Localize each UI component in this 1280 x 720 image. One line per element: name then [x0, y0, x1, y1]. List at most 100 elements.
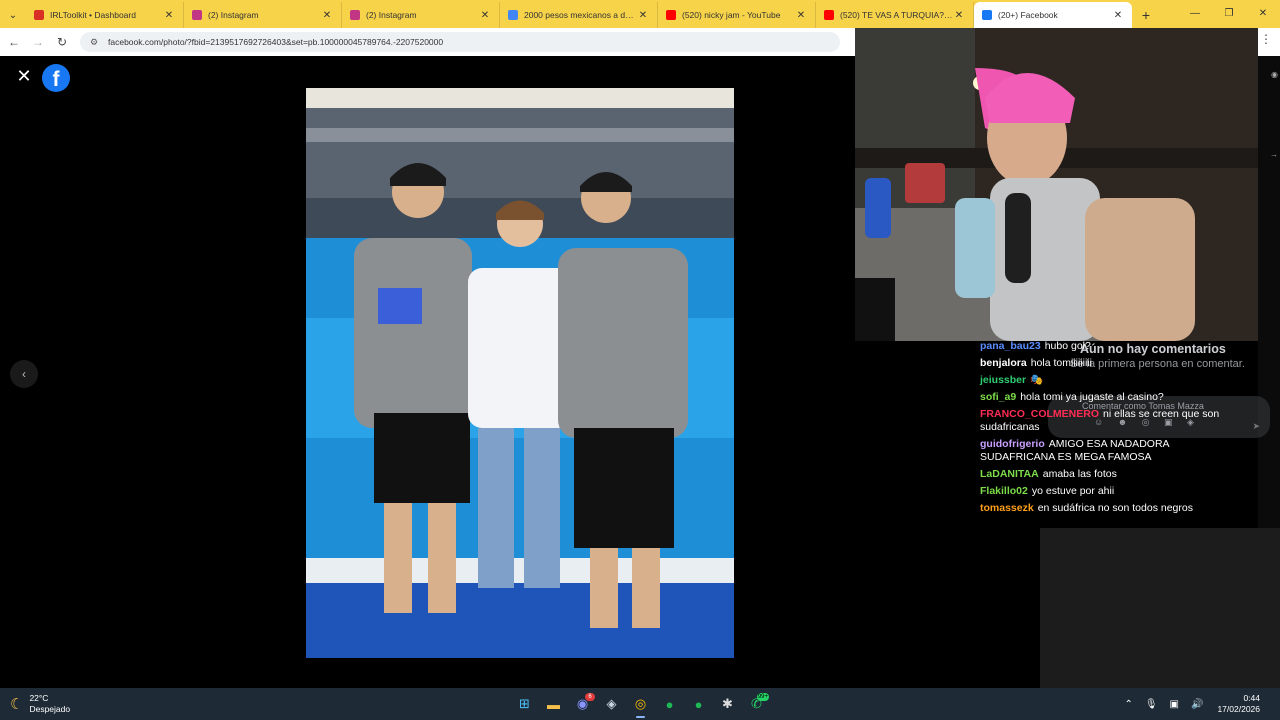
close-tab-icon[interactable]: ✕: [795, 10, 807, 21]
new-tab-button[interactable]: +: [1132, 2, 1160, 28]
windows-taskbar: ☾ 22°C Despejado ⊞ ▬ ◉ 6 ◈ ◎ ● ● ✱ ✆ 99+ ⌃…: [0, 688, 1280, 720]
chat-username[interactable]: pana_bau23: [980, 340, 1041, 352]
site-info-icon[interactable]: ⚙: [90, 37, 102, 48]
browser-tab[interactable]: (20+) Facebook ✕: [974, 2, 1132, 28]
weather-widget[interactable]: ☾ 22°C Despejado: [10, 693, 70, 715]
youtube-icon: [824, 10, 834, 20]
windows-start-icon[interactable]: ⊞: [510, 692, 539, 716]
browser-tab[interactable]: IRLToolkit • Dashboard ✕: [26, 2, 184, 28]
chat-username[interactable]: Flakillo02: [980, 485, 1028, 497]
photo-viewer: ✕ f ‹: [0, 56, 855, 688]
microphone-icon[interactable]: 🎙: [1145, 699, 1158, 710]
network-icon[interactable]: ▣: [1170, 699, 1179, 710]
tab-label: IRLToolkit • Dashboard: [50, 10, 136, 20]
clock-date: 17/02/2026: [1217, 704, 1260, 714]
close-tab-icon[interactable]: ✕: [163, 10, 175, 21]
youtube-icon: [666, 10, 676, 20]
close-tab-icon[interactable]: ✕: [1112, 10, 1124, 21]
file-explorer-icon[interactable]: ▬: [539, 692, 568, 716]
browser-tab[interactable]: (2) Instagram ✕: [342, 2, 500, 28]
browser-tab[interactable]: (2) Instagram ✕: [184, 2, 342, 28]
chrome-icon[interactable]: ◎: [626, 692, 655, 718]
chat-username[interactable]: jeiussber: [980, 374, 1026, 386]
spotify-alt-icon[interactable]: ●: [684, 692, 713, 716]
forward-button[interactable]: →: [26, 35, 50, 49]
chat-username[interactable]: guidofrigerio: [980, 438, 1045, 450]
url-text: facebook.com/photo/?fbid=213951769272640…: [108, 37, 444, 47]
close-viewer-button[interactable]: ✕: [14, 66, 34, 86]
discord-badge: 6: [585, 693, 595, 701]
close-tab-icon[interactable]: ✕: [321, 10, 333, 21]
chat-text: 🎭: [1030, 374, 1044, 386]
previous-photo-button[interactable]: ‹: [10, 360, 38, 388]
side-panel-fragment-icon: →: [1270, 150, 1278, 159]
taskbar-apps: ⊞ ▬ ◉ 6 ◈ ◎ ● ● ✱ ✆ 99+: [510, 692, 771, 718]
whatsapp-icon[interactable]: ✆ 99+: [742, 692, 771, 716]
close-tab-icon[interactable]: ✕: [637, 10, 649, 21]
steam-icon[interactable]: ◈: [597, 692, 626, 716]
minimize-button[interactable]: —: [1178, 0, 1212, 28]
chat-message: LaDANITAA amaba las fotos: [980, 468, 1240, 481]
close-tab-icon[interactable]: ✕: [479, 10, 491, 21]
browser-tab[interactable]: (520) nicky jam - YouTube ✕: [658, 2, 816, 28]
photo-illustration: [306, 88, 734, 658]
facebook-logo-icon[interactable]: f: [42, 64, 70, 92]
webcam-illustration: [855, 28, 1258, 341]
volume-icon[interactable]: 🔊: [1191, 699, 1203, 710]
settings-icon[interactable]: ✱: [713, 692, 742, 716]
clock-time: 0:44: [1243, 693, 1260, 703]
chat-messages: pana_bau23 hubo gol? benjalora hola tomiiii…: [980, 340, 1280, 515]
tab-search-button[interactable]: ⌄: [0, 2, 26, 28]
chat-text: hubo gol?: [1044, 340, 1091, 352]
profile-avatar[interactable]: ◉: [1271, 70, 1278, 79]
chat-message: benjalora hola tomiiiiiiiii: [980, 357, 1240, 370]
spotify-icon[interactable]: ●: [655, 692, 684, 716]
tab-label: (2) Instagram: [366, 10, 417, 20]
chevron-up-icon[interactable]: ⌃: [1124, 699, 1132, 710]
chat-message: jeiussber 🎭: [980, 374, 1240, 387]
chat-text: hola tomi ya jugaste al casino?: [1020, 391, 1164, 403]
webcam-overlay: [855, 28, 1258, 341]
tab-label: (2) Instagram: [208, 10, 259, 20]
reload-button[interactable]: ↻: [50, 35, 74, 49]
chat-message: FRANCO_COLMENERO ni ellas se creen que so…: [980, 408, 1240, 434]
chat-username[interactable]: sofi_a9: [980, 391, 1016, 403]
address-bar[interactable]: ⚙ facebook.com/photo/?fbid=2139517692726…: [80, 32, 840, 52]
chat-text: hola tomiiiiiiiii: [1030, 357, 1092, 369]
close-window-button[interactable]: ✕: [1246, 0, 1280, 28]
tab-label: (20+) Facebook: [998, 10, 1058, 20]
chat-username[interactable]: FRANCO_COLMENERO: [980, 408, 1099, 420]
tab-strip: IRLToolkit • Dashboard ✕ (2) Instagram ✕ (2)…: [26, 2, 1132, 28]
facebook-icon: [982, 10, 992, 20]
browser-tab[interactable]: 2000 pesos mexicanos a dolares ✕: [500, 2, 658, 28]
instagram-icon: [192, 10, 202, 20]
chat-message: guidofrigerio AMIGO ESA NADADORA SUDAFRIC…: [980, 438, 1240, 464]
chat-message: Flakillo02 yo estuve por ahii: [980, 485, 1240, 498]
window-controls: — ❐ ✕: [1178, 0, 1280, 28]
chat-text: yo estuve por ahii: [1031, 485, 1115, 497]
chat-message: pana_bau23 hubo gol?: [980, 340, 1240, 353]
chat-message: tomassezk en sudáfrica no son todos negro…: [980, 502, 1240, 515]
photo-image: [306, 88, 734, 658]
weather-condition: Despejado: [29, 704, 71, 714]
browser-tab[interactable]: (520) TE VAS A TURQUIA? - YouTube✕: [816, 2, 974, 28]
moon-icon: ☾: [10, 696, 24, 713]
instagram-icon: [350, 10, 360, 20]
back-button[interactable]: ←: [2, 35, 26, 49]
google-icon: [508, 10, 518, 20]
chat-username[interactable]: tomassezk: [980, 502, 1034, 514]
chat-username[interactable]: LaDANITAA: [980, 468, 1039, 480]
chat-username[interactable]: benjalora: [980, 357, 1027, 369]
whatsapp-badge: 99+: [756, 693, 769, 701]
clock[interactable]: 0:44 17/02/2026: [1217, 693, 1260, 715]
tab-label: (520) nicky jam - YouTube: [682, 10, 781, 20]
system-tray: ⌃ 🎙 ▣ 🔊 0:44 17/02/2026: [1112, 693, 1260, 715]
stream-chat: pana_bau23 hubo gol? benjalora hola tomiiii…: [980, 340, 1280, 688]
browser-menu-button[interactable]: ⋮: [1260, 32, 1272, 46]
irltoolkit-icon: [34, 10, 44, 20]
weather-temp: 22°C: [29, 693, 49, 703]
chat-message: sofi_a9 hola tomi ya jugaste al casino?: [980, 391, 1240, 404]
close-tab-icon[interactable]: ✕: [953, 10, 965, 21]
maximize-button[interactable]: ❐: [1212, 0, 1246, 28]
discord-icon[interactable]: ◉ 6: [568, 692, 597, 716]
